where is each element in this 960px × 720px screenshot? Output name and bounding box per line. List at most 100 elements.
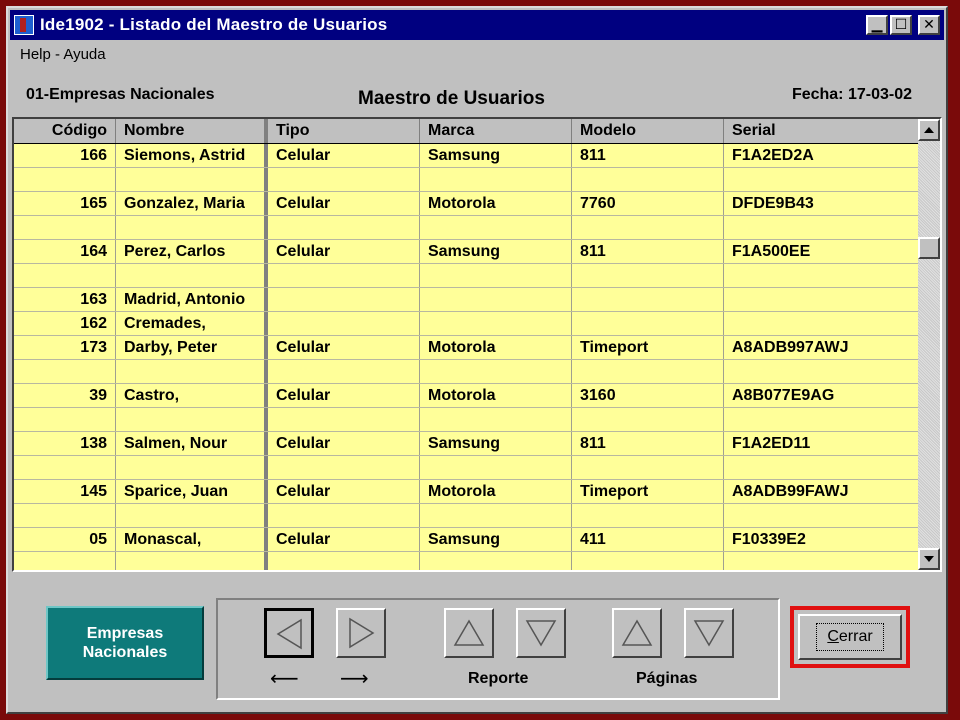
minimize-button[interactable]: ▁ [866, 15, 888, 35]
cell-modelo[interactable]: Timeport [572, 336, 724, 359]
cell-serial[interactable] [724, 168, 920, 191]
cell-serial[interactable] [724, 264, 920, 287]
cell-marca[interactable] [420, 456, 572, 479]
cell-nombre[interactable] [116, 456, 268, 479]
table-row[interactable]: 145 Sparice, Juan Celular Motorola Timeport A… [14, 480, 920, 504]
cell-marca[interactable]: Motorola [420, 384, 572, 407]
scroll-up-button[interactable] [918, 119, 940, 141]
table-row[interactable] [14, 168, 920, 192]
table-row[interactable]: 164 Perez, Carlos Celular Samsung 811 F1A500E… [14, 240, 920, 264]
table-row[interactable] [14, 552, 920, 570]
column-header-serial[interactable]: Serial [724, 119, 920, 143]
cell-nombre[interactable]: Castro, [116, 384, 268, 407]
cell-tipo[interactable]: Celular [268, 528, 420, 551]
cell-marca[interactable]: Samsung [420, 240, 572, 263]
previous-button[interactable] [264, 608, 314, 658]
cell-marca[interactable] [420, 312, 572, 335]
cell-tipo[interactable]: Celular [268, 144, 420, 167]
cell-codigo[interactable] [14, 504, 116, 527]
cell-serial[interactable] [724, 552, 920, 570]
cerrar-button[interactable]: Cerrar [798, 614, 902, 660]
table-row[interactable]: 39 Castro, Celular Motorola 3160 A8B077E9AG [14, 384, 920, 408]
cell-nombre[interactable]: Salmen, Nour [116, 432, 268, 455]
table-row[interactable]: 163 Madrid, Antonio [14, 288, 920, 312]
cell-modelo[interactable]: Timeport [572, 480, 724, 503]
table-row[interactable] [14, 216, 920, 240]
table-row[interactable]: 173 Darby, Peter Celular Motorola Timeport A8… [14, 336, 920, 360]
cell-tipo[interactable]: Celular [268, 240, 420, 263]
next-button[interactable] [336, 608, 386, 658]
cell-modelo[interactable] [572, 504, 724, 527]
cell-tipo[interactable] [268, 168, 420, 191]
cell-tipo[interactable] [268, 216, 420, 239]
cell-serial[interactable]: F1A2ED11 [724, 432, 920, 455]
page-down-button[interactable] [684, 608, 734, 658]
close-button[interactable]: ✕ [918, 15, 940, 35]
cell-modelo[interactable]: 3160 [572, 384, 724, 407]
cell-marca[interactable] [420, 216, 572, 239]
cell-tipo[interactable]: Celular [268, 432, 420, 455]
cell-serial[interactable]: A8ADB997AWJ [724, 336, 920, 359]
cell-marca[interactable] [420, 168, 572, 191]
cell-tipo[interactable] [268, 312, 420, 335]
cell-codigo[interactable]: 138 [14, 432, 116, 455]
cell-serial[interactable] [724, 312, 920, 335]
users-grid[interactable]: Código Nombre Tipo Marca Modelo Serial 1… [12, 117, 942, 572]
cell-tipo[interactable] [268, 552, 420, 570]
cell-nombre[interactable]: Siemons, Astrid [116, 144, 268, 167]
table-row[interactable] [14, 264, 920, 288]
column-header-codigo[interactable]: Código [14, 119, 116, 143]
cell-tipo[interactable] [268, 408, 420, 431]
cell-serial[interactable] [724, 504, 920, 527]
cell-codigo[interactable] [14, 360, 116, 383]
table-row[interactable]: 138 Salmen, Nour Celular Samsung 811 F1A2ED11 [14, 432, 920, 456]
cell-nombre[interactable]: Cremades, [116, 312, 268, 335]
cell-tipo[interactable] [268, 360, 420, 383]
table-row[interactable] [14, 408, 920, 432]
cell-codigo[interactable]: 162 [14, 312, 116, 335]
cell-nombre[interactable] [116, 168, 268, 191]
cell-codigo[interactable]: 165 [14, 192, 116, 215]
cell-modelo[interactable] [572, 216, 724, 239]
cell-serial[interactable] [724, 216, 920, 239]
cell-tipo[interactable]: Celular [268, 384, 420, 407]
cell-serial[interactable] [724, 408, 920, 431]
cell-nombre[interactable] [116, 552, 268, 570]
cell-marca[interactable]: Motorola [420, 192, 572, 215]
cell-modelo[interactable]: 7760 [572, 192, 724, 215]
cell-tipo[interactable]: Celular [268, 192, 420, 215]
cell-tipo[interactable] [268, 504, 420, 527]
table-row[interactable] [14, 504, 920, 528]
cell-modelo[interactable] [572, 408, 724, 431]
cell-nombre[interactable] [116, 216, 268, 239]
page-up-button[interactable] [612, 608, 662, 658]
column-header-marca[interactable]: Marca [420, 119, 572, 143]
cell-codigo[interactable] [14, 264, 116, 287]
cell-modelo[interactable]: 411 [572, 528, 724, 551]
cell-modelo[interactable]: 811 [572, 144, 724, 167]
cell-marca[interactable]: Motorola [420, 480, 572, 503]
cell-modelo[interactable] [572, 552, 724, 570]
menu-help[interactable]: Help - Ayuda [20, 46, 106, 63]
table-row[interactable]: 162 Cremades, [14, 312, 920, 336]
cell-modelo[interactable] [572, 288, 724, 311]
table-row[interactable] [14, 456, 920, 480]
cell-codigo[interactable] [14, 216, 116, 239]
table-row[interactable]: 166 Siemons, Astrid Celular Samsung 811 F1A2E… [14, 144, 920, 168]
cell-serial[interactable]: F10339E2 [724, 528, 920, 551]
cell-nombre[interactable]: Monascal, [116, 528, 268, 551]
column-header-modelo[interactable]: Modelo [572, 119, 724, 143]
column-header-tipo[interactable]: Tipo [268, 119, 420, 143]
cell-nombre[interactable] [116, 264, 268, 287]
cell-serial[interactable]: F1A500EE [724, 240, 920, 263]
cell-codigo[interactable]: 163 [14, 288, 116, 311]
cell-serial[interactable] [724, 456, 920, 479]
cell-marca[interactable] [420, 408, 572, 431]
cell-tipo[interactable]: Celular [268, 336, 420, 359]
cell-nombre[interactable] [116, 504, 268, 527]
report-down-button[interactable] [516, 608, 566, 658]
cell-codigo[interactable]: 164 [14, 240, 116, 263]
scroll-thumb[interactable] [918, 237, 940, 259]
cell-nombre[interactable]: Sparice, Juan [116, 480, 268, 503]
cell-serial[interactable]: F1A2ED2A [724, 144, 920, 167]
